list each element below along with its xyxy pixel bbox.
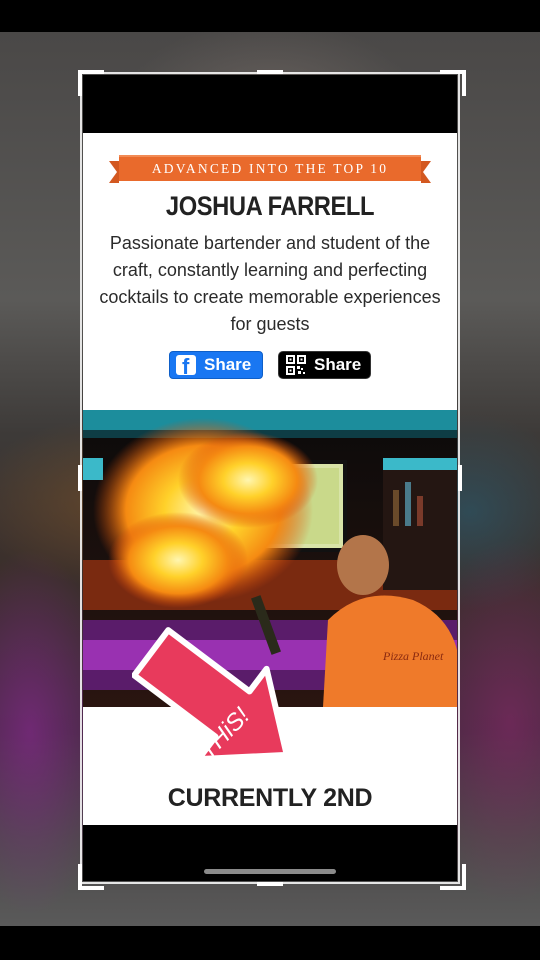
home-indicator[interactable] — [204, 869, 336, 874]
crop-handle-top-right[interactable] — [440, 70, 466, 96]
crop-handle-top-left[interactable] — [78, 70, 104, 96]
crop-handle-bottom-left[interactable] — [78, 864, 104, 890]
crop-handle-bottom-right[interactable] — [440, 864, 466, 890]
crop-handle-top[interactable] — [257, 70, 283, 74]
crop-handle-left[interactable] — [78, 465, 82, 491]
crop-handle-bottom[interactable] — [257, 882, 283, 886]
crop-frame — [80, 72, 460, 884]
crop-handle-right[interactable] — [458, 465, 462, 491]
